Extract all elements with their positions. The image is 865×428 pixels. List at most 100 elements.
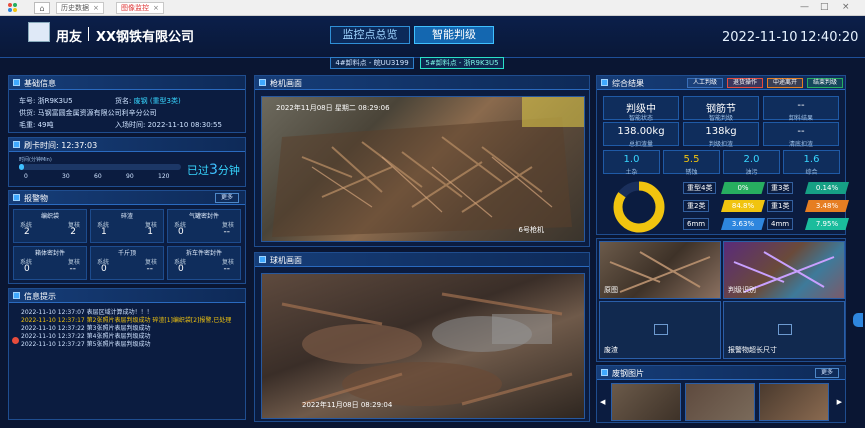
system-count: 0 [24,264,30,274]
metric-label: 锈蚀 [685,169,698,176]
gallery-next-button[interactable]: ▶ [837,398,842,406]
image-placeholder-icon [778,324,792,335]
panel-title: 信息提示 [24,292,56,301]
current-time: 12:40:20 [800,30,859,45]
company-name: XX钢铁有限公司 [96,30,195,45]
tick-label: 30 [62,173,70,180]
result-action-button[interactable]: 退货操作 [727,78,763,88]
alarm-card[interactable]: 千斤顶 系统 复核 0 -- [90,246,164,280]
unload-point-4[interactable]: 4#卸料点 - 皖UU3199 [330,57,414,69]
grade-name: 4mm [767,218,794,230]
alarm-card[interactable]: 拆车件密封件 系统 复核 0 -- [167,246,241,280]
alarm-card[interactable]: 碎渣 系统 复核 1 1 [90,209,164,243]
cargo-row: 货名: 废钢 (重型3类) [115,97,181,105]
tick-label: 60 [94,173,102,180]
result-stat: 138kg 判级扣渣 [683,122,759,148]
gun-camera-feed[interactable]: 2022年11月08日 星期二 08:29:06 6号枪机 [261,96,585,242]
original-image[interactable]: 原图 [599,241,721,299]
alarm-card[interactable]: 气罐密封件 系统 复核 0 -- [167,209,241,243]
alarm-more-button[interactable]: 更多 [214,193,239,203]
window-close-button[interactable]: × [842,2,850,12]
review-count: 2 [70,227,76,237]
slag-caption: 废渣 [604,346,618,354]
alarm-name: 碎渣 [120,213,133,220]
oversize-image[interactable]: 报警物超长尺寸 [723,301,845,359]
company-logo [28,22,50,42]
system-count: 2 [24,227,30,237]
camera-osd-label: 6号枪机 [518,226,544,234]
result-action-button[interactable]: 人工判级 [687,78,723,88]
grade-name: 重2类 [683,200,710,212]
panel-title: 枪机画面 [270,79,302,88]
app-logo-icon [8,3,18,13]
grade-percent: 3.48% [805,200,849,212]
gallery-thumb[interactable] [759,383,829,421]
side-float-button[interactable] [853,313,863,327]
review-count: -- [69,264,77,274]
gallery-panel: 废钢图片 更多 ◀ ▶ [596,365,846,423]
slag-image[interactable]: 废渣 [599,301,721,359]
maximize-button[interactable]: □ [820,2,829,12]
alert-icon [13,194,20,201]
grade-legend-item: 重3类 0.14% [767,182,849,194]
stat-label: 总扣渣量 [628,141,653,148]
cargo-name: 废钢 (重型3类) [133,97,181,105]
grade-percent: 84.8% [721,200,765,212]
basic-info-panel: 基础信息 车号: 浙R9K3U5 货名: 废钢 (重型3类) 供货: 马钢富圆金… [8,75,246,133]
home-icon[interactable]: ⌂ [34,2,50,14]
recognition-image[interactable]: 判级识别 [723,241,845,299]
result-stat: 判级中 智能状态 [603,96,679,122]
grade-legend-item: 重2类 84.8% [683,200,765,212]
tab-smart-grading[interactable]: 智能判级 [414,26,494,44]
grade-name: 重1类 [767,200,794,212]
stat-label: 卸料结果 [788,115,813,122]
gallery-more-button[interactable]: 更多 [814,368,839,378]
result-action-button[interactable]: 结束判级 [807,78,843,88]
panel-title: 刷卡时间: 12:37:03 [24,141,98,150]
alarm-card[interactable]: 编织袋 系统 复核 2 2 [13,209,87,243]
swipe-time: 12:37:03 [61,141,98,150]
tab-image-monitor[interactable]: 图像监控 × [116,2,164,14]
review-count: -- [223,227,231,237]
close-icon[interactable]: × [93,4,99,12]
metric-value: 1.0 [623,154,640,165]
views-panel: 原图 判级识别 废渣 报警物超长尺寸 [596,238,846,362]
result-stat: 钢筋节 智能判级 [683,96,759,122]
alarm-name: 拆车件密封件 [185,250,222,257]
grade-name: 6mm [683,218,710,230]
dome-camera-feed[interactable]: 2022年11月08日 08:29:04 [261,273,585,419]
gun-camera-panel: 枪机画面 2022年11月08日 星期二 08:29:06 6号枪机 [254,75,590,247]
grade-name: 重型4类 [683,182,717,194]
alarm-name: 气罐密封件 [188,213,219,220]
camera-icon [259,256,266,263]
metric-label: 油污 [745,169,758,176]
brand-name: 用友 [56,30,83,45]
gallery-thumb[interactable] [611,383,681,421]
results-panel: 综合结果 人工判级 退货操作 中途离开 结束判级 判级中 智能状态 钢筋节 智能判级 -- 卸料… [596,75,849,235]
unload-point-5[interactable]: 5#卸料点 - 浙R9K3U5 [420,57,504,69]
gallery-thumb[interactable] [685,383,755,421]
panel-title: 球机画面 [270,256,302,265]
panel-title: 综合结果 [612,79,644,88]
grade-name: 重3类 [767,182,794,194]
minimize-button[interactable]: — [800,2,809,12]
gallery-prev-button[interactable]: ◀ [600,398,605,406]
stat-label: 智能判级 [708,115,733,122]
elapsed-progress-fill [19,164,24,170]
time-scale-label: 时间(分钟Min) [19,157,52,163]
close-icon[interactable]: × [153,4,159,12]
result-action-button[interactable]: 中途离开 [767,78,803,88]
alarm-card[interactable]: 箱体密封件 系统 复核 0 -- [13,246,87,280]
original-caption: 原图 [604,286,618,294]
review-count: -- [146,264,154,274]
grade-donut-chart [613,181,665,233]
clock-icon [13,141,20,148]
tick-label: 0 [24,173,28,180]
metric-value: 1.6 [803,154,820,165]
tab-monitor-overview[interactable]: 监控点总览 [330,26,410,44]
entry-row: 入场时间: 2022-11-10 08:30:55 [115,121,222,129]
review-count: 1 [147,227,153,237]
metric-label: 土杂 [625,169,638,176]
error-icon [12,337,19,344]
tab-history[interactable]: 历史数据 × [56,2,104,14]
